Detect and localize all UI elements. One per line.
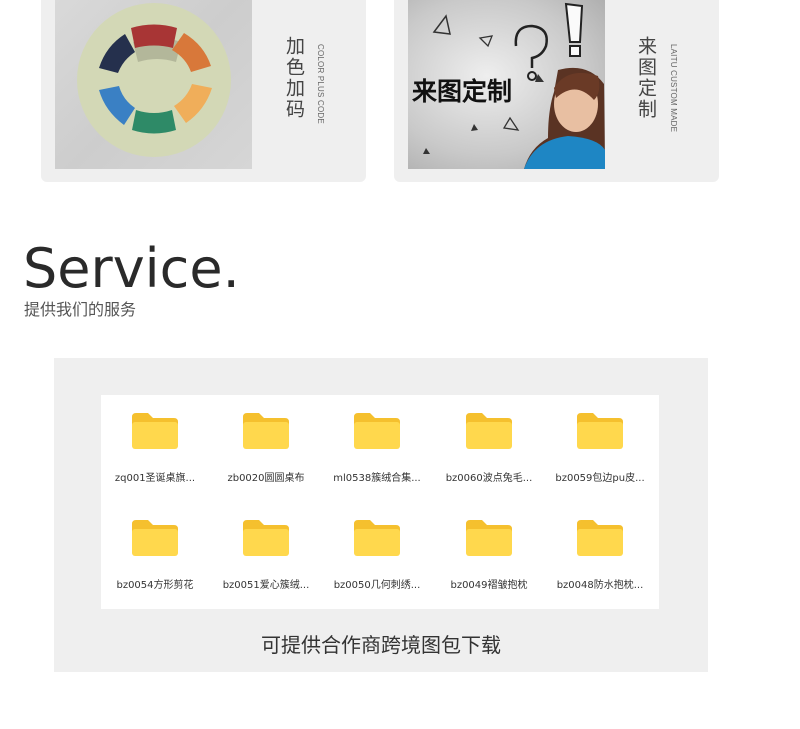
- download-caption: 可提供合作商跨境图包下载: [261, 633, 501, 657]
- folder-item[interactable]: ml0538簇绒合集...: [323, 395, 431, 495]
- image-caption-text: 来图定制: [412, 77, 512, 106]
- folder-label: bz0048防水抱枕...: [556, 580, 644, 591]
- folder-label: bz0050几何刺绣...: [333, 580, 421, 591]
- folder-label: zq001圣诞桌旗...: [114, 473, 196, 484]
- download-panel: zq001圣诞桌旗... zb0020圆圆桌布 ml0538簇绒合集... bz…: [54, 358, 708, 672]
- folder-item[interactable]: bz0060波点兔毛...: [435, 395, 543, 495]
- card-title-cn: 来图定制: [635, 36, 657, 120]
- card-title-en: COLOR PLUS CODE: [316, 44, 325, 124]
- service-subtitle: 提供我们的服务: [24, 300, 137, 319]
- folder-icon: [354, 520, 400, 556]
- folder-label: zb0020圆圆桌布: [227, 473, 305, 484]
- service-title: Service.: [23, 237, 240, 300]
- folder-label: bz0051爱心簇绒...: [222, 580, 310, 591]
- folder-item[interactable]: bz0059包边pu皮...: [546, 395, 654, 495]
- folder-icon: [243, 413, 289, 449]
- folder-label: ml0538簇绒合集...: [333, 473, 421, 484]
- folder-icon: [466, 520, 512, 556]
- folder-label: bz0060波点兔毛...: [445, 473, 533, 484]
- color-plus-code-card: 加色加码 COLOR PLUS CODE: [41, 0, 366, 182]
- folder-grid: zq001圣诞桌旗... zb0020圆圆桌布 ml0538簇绒合集... bz…: [101, 395, 659, 609]
- folder-item[interactable]: bz0048防水抱枕...: [546, 502, 654, 602]
- folder-icon: [243, 520, 289, 556]
- folder-icon: [354, 413, 400, 449]
- folder-label: bz0049褶皱抱枕: [450, 580, 528, 591]
- folder-icon: [577, 520, 623, 556]
- folder-item[interactable]: bz0051爱心簇绒...: [212, 502, 320, 602]
- folder-item[interactable]: bz0050几何刺绣...: [323, 502, 431, 602]
- folder-label: bz0059包边pu皮...: [555, 473, 645, 484]
- folder-item[interactable]: bz0049褶皱抱枕: [435, 502, 543, 602]
- folder-label: bz0054方形剪花: [116, 580, 194, 591]
- custom-made-image: 来图定制: [408, 0, 605, 169]
- folder-icon: [466, 413, 512, 449]
- card-title-cn: 加色加码: [283, 36, 305, 120]
- folder-icon: [132, 520, 178, 556]
- folder-item[interactable]: bz0054方形剪花: [101, 502, 209, 602]
- folder-item[interactable]: zq001圣诞桌旗...: [101, 395, 209, 495]
- folder-icon: [577, 413, 623, 449]
- folder-icon: [132, 413, 178, 449]
- custom-made-card: 来图定制 来图定制 LAITU CUSTOM MADE: [394, 0, 719, 182]
- folder-item[interactable]: zb0020圆圆桌布: [212, 395, 320, 495]
- color-wheel-image: [55, 0, 252, 169]
- card-title-en: LAITU CUSTOM MADE: [669, 44, 678, 133]
